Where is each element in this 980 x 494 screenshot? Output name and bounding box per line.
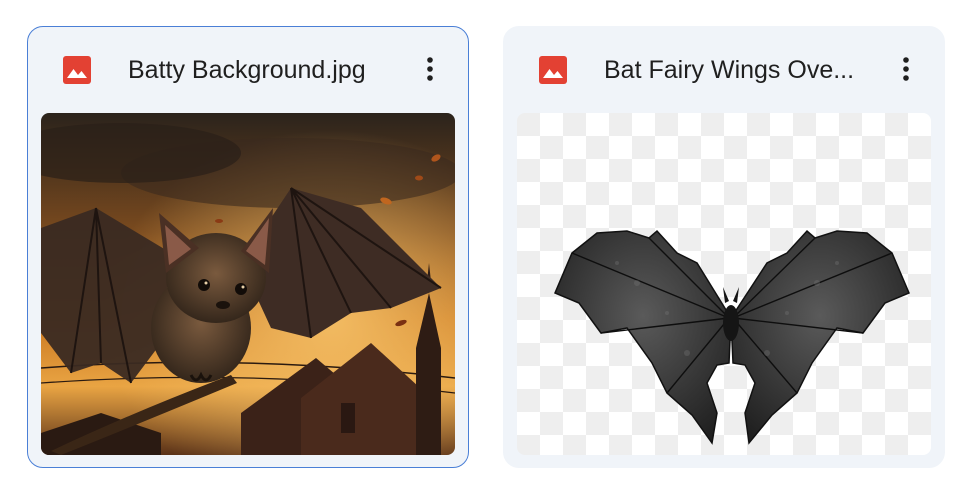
file-card-batty-background[interactable]: Batty Background.jpg	[27, 26, 469, 468]
more-vert-icon	[903, 57, 909, 81]
file-name[interactable]: Batty Background.jpg	[128, 52, 396, 88]
more-actions-button[interactable]	[410, 49, 450, 89]
file-card-header: Bat Fairy Wings Ove...	[504, 27, 944, 113]
bat-wings-transparent-thumbnail[interactable]	[517, 113, 931, 455]
file-card-header: Batty Background.jpg	[28, 27, 468, 113]
file-grid: Batty Background.jpg Bat Fairy Wings Ove…	[0, 0, 980, 494]
more-actions-button[interactable]	[886, 49, 926, 89]
image-file-icon	[62, 55, 92, 85]
more-vert-icon	[427, 57, 433, 81]
file-name[interactable]: Bat Fairy Wings Ove...	[604, 52, 872, 88]
image-file-icon	[538, 55, 568, 85]
file-card-bat-fairy-wings[interactable]: Bat Fairy Wings Ove...	[503, 26, 945, 468]
bat-flying-sunset-thumbnail[interactable]	[41, 113, 455, 455]
